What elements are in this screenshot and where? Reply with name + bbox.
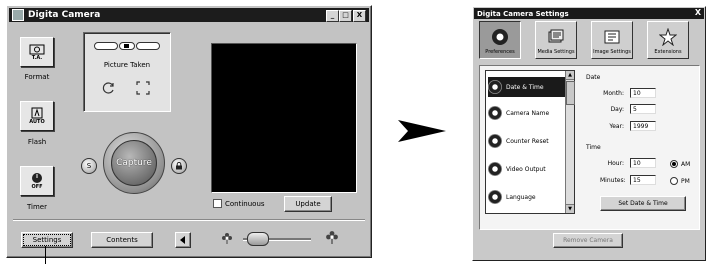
lock-icon — [176, 162, 182, 170]
item-bullet-icon — [488, 134, 502, 148]
left-round-button[interactable]: S — [81, 158, 97, 174]
continuous-box[interactable] — [213, 199, 222, 208]
tab-extensions[interactable]: Extensions — [647, 21, 689, 59]
format-label: Format — [24, 73, 50, 81]
tab-image-settings[interactable]: Image Settings — [591, 21, 633, 59]
close-button[interactable]: X — [353, 10, 366, 22]
settings-titlebar[interactable]: Digita Camera Settings X — [474, 8, 704, 19]
triangle-left-icon — [180, 236, 185, 244]
star-icon — [658, 28, 678, 46]
time-group-label: Time — [586, 144, 601, 151]
list-item[interactable]: Video Output — [488, 159, 566, 179]
zoom-slider-thumb[interactable] — [247, 232, 269, 246]
timer-icon: OFF — [20, 166, 54, 196]
settings-list[interactable]: Date & Time Camera Name Counter Reset Vi… — [485, 70, 575, 214]
refresh-icon[interactable] — [102, 81, 116, 95]
list-item[interactable]: Camera Name — [488, 103, 566, 123]
camera-window: Digita Camera _ □ X T.A. Format AUTO Fla… — [6, 5, 372, 258]
media-icon — [546, 28, 566, 46]
item-bullet-icon — [488, 162, 502, 176]
hour-field[interactable]: 10 — [630, 158, 656, 168]
zoom-in-flower-icon — [326, 231, 338, 244]
hour-label: Hour: — [607, 160, 624, 167]
minutes-field[interactable]: 15 — [630, 175, 656, 185]
preview-screen — [211, 43, 357, 193]
format-icon: T.A. — [20, 37, 54, 67]
minutes-label: Minutes: — [600, 177, 626, 184]
arrow-right-icon — [398, 120, 446, 142]
settings-button[interactable]: Settings — [21, 232, 73, 248]
picture-taken-label: Picture Taken — [103, 61, 151, 69]
camera-titlebar[interactable]: Digita Camera _ □ X — [9, 8, 369, 22]
day-label: Day: — [610, 106, 624, 113]
frame-icon[interactable] — [136, 81, 150, 95]
capture-button[interactable]: Capture — [111, 140, 157, 186]
remove-camera-button[interactable]: Remove Camera — [553, 233, 623, 248]
month-field[interactable]: 10 — [630, 88, 656, 98]
app-icon — [12, 9, 24, 21]
status-pill-middle — [119, 42, 135, 50]
settings-title: Digita Camera Settings — [477, 9, 569, 18]
continuous-checkbox[interactable]: Continuous — [213, 199, 265, 208]
item-bullet-icon — [488, 80, 502, 94]
update-button[interactable]: Update — [284, 196, 332, 212]
list-item[interactable]: Counter Reset — [488, 131, 566, 151]
list-scrollbar[interactable]: ▲ ▼ — [565, 71, 575, 213]
tab-media-settings[interactable]: Media Settings — [535, 21, 577, 59]
scroll-thumb[interactable] — [566, 81, 575, 105]
flash-icon: AUTO — [20, 101, 54, 131]
flash-label: Flash — [27, 138, 47, 146]
separator — [13, 219, 365, 221]
callout-line — [45, 246, 46, 264]
pm-radio-dot[interactable] — [670, 177, 678, 185]
scroll-down-arrow[interactable]: ▼ — [566, 204, 574, 213]
continuous-label: Continuous — [225, 199, 265, 208]
list-item[interactable]: Language — [488, 187, 566, 207]
camera-title: Digita Camera — [28, 10, 101, 20]
maximize-button[interactable]: □ — [339, 10, 352, 22]
preferences-icon — [490, 28, 510, 46]
settings-close-button[interactable]: X — [695, 8, 701, 17]
list-item[interactable]: Date & Time — [488, 77, 566, 97]
status-pill-left — [94, 42, 118, 50]
date-group-label: Date — [586, 74, 601, 81]
status-pill-right — [136, 42, 160, 50]
tab-preferences[interactable]: Preferences — [479, 21, 521, 59]
minimize-button[interactable]: _ — [326, 10, 339, 22]
item-bullet-icon — [488, 190, 502, 204]
settings-window: Digita Camera Settings X Preferences Med… — [472, 6, 706, 261]
timer-label: Timer — [26, 203, 47, 211]
item-bullet-icon — [488, 106, 502, 120]
image-settings-icon — [602, 28, 622, 46]
settings-panel: Date & Time Camera Name Counter Reset Vi… — [479, 65, 700, 230]
month-label: Month: — [603, 90, 624, 97]
scroll-up-arrow[interactable]: ▲ — [566, 71, 574, 80]
set-date-time-button[interactable]: Set Date & Time — [600, 196, 686, 211]
am-radio[interactable]: AM — [670, 160, 690, 168]
collapse-button[interactable] — [175, 232, 191, 248]
year-label: Year: — [609, 123, 624, 130]
am-radio-dot[interactable] — [670, 160, 678, 168]
pm-radio[interactable]: PM — [670, 177, 690, 185]
day-field[interactable]: 5 — [630, 104, 656, 114]
year-field[interactable]: 1999 — [630, 121, 656, 131]
contents-button[interactable]: Contents — [91, 232, 153, 248]
flash-tool[interactable]: AUTO — [17, 98, 57, 134]
status-panel: Picture Taken — [83, 32, 171, 112]
lock-round-button[interactable] — [171, 158, 187, 174]
zoom-out-flower-icon — [222, 233, 232, 244]
format-tool[interactable]: T.A. — [17, 34, 57, 70]
timer-tool[interactable]: OFF — [17, 163, 57, 199]
